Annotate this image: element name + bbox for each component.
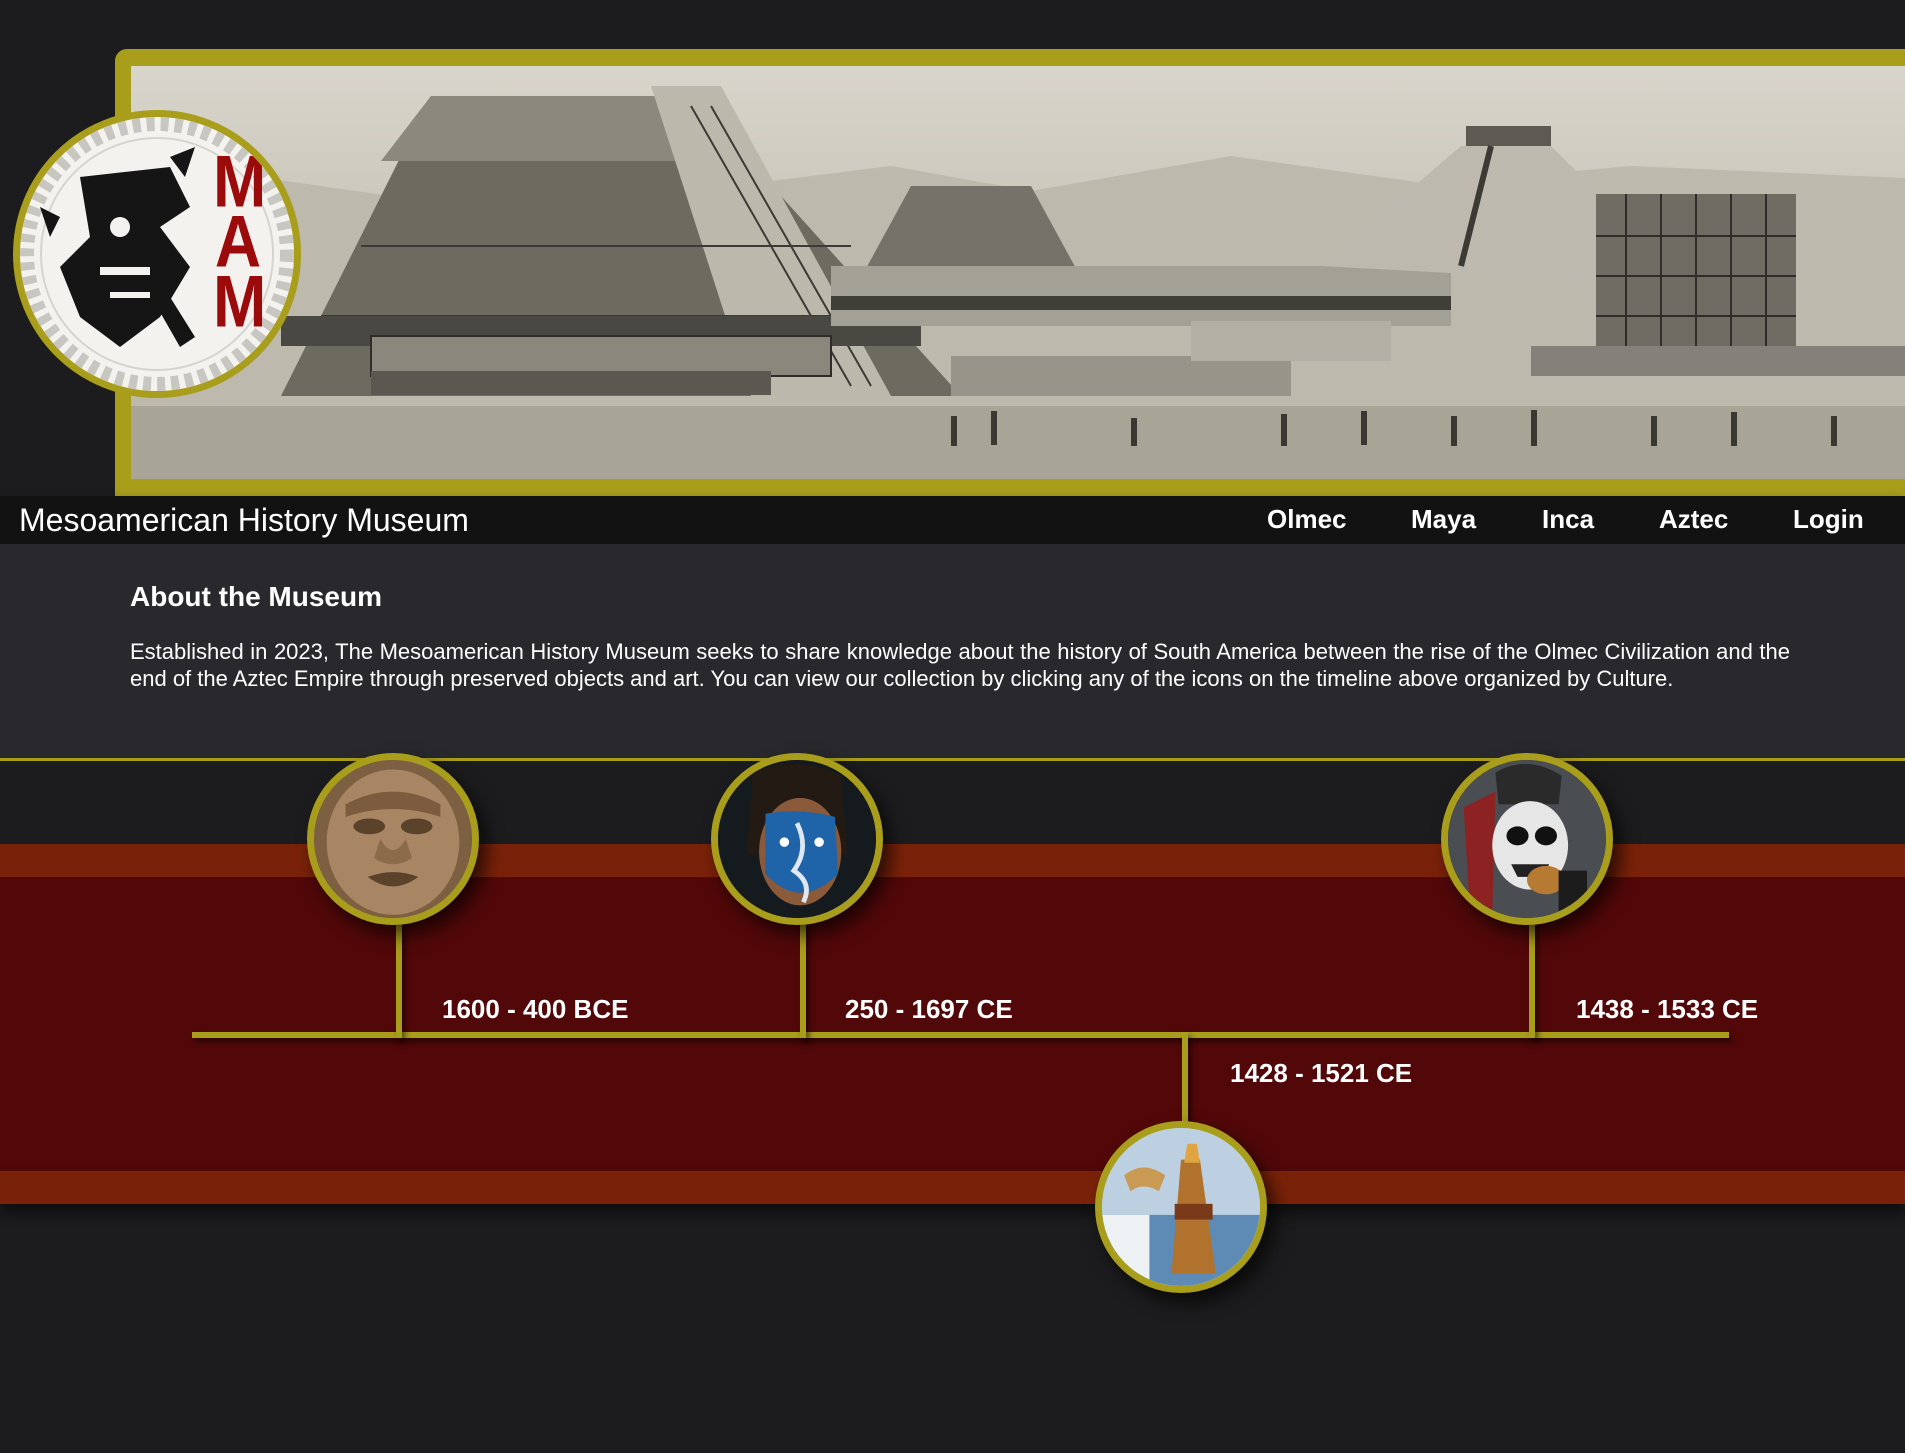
nav-item-olmec[interactable]: Olmec (1267, 504, 1347, 534)
section-divider (0, 758, 1905, 761)
timeline-date-inca: 1428 - 1521 CE (1230, 1058, 1413, 1088)
nav-item-inca[interactable]: Inca (1542, 504, 1594, 534)
about-section: About the Museum Established in 2023, Th… (0, 544, 1905, 758)
timeline-icon-aztec[interactable] (1441, 753, 1613, 925)
timeline-band-top (0, 844, 1905, 877)
logo-letter-m2: M (213, 259, 267, 343)
timeline-axis (192, 1032, 1729, 1038)
timeline-band-bottom (0, 1171, 1905, 1204)
about-title: About the Museum (130, 581, 382, 612)
navbar: Mesoamerican History Museum Olmec Maya I… (0, 496, 1905, 544)
nav-item-aztec[interactable]: Aztec (1659, 504, 1728, 534)
nav-item-maya[interactable]: Maya (1411, 504, 1476, 534)
museum-logo[interactable]: M A M (13, 110, 301, 398)
timeline-date-maya: 250 - 1697 CE (845, 994, 1013, 1024)
timeline-connector-aztec (1529, 920, 1535, 1038)
timeline-band (0, 877, 1905, 1171)
timeline-connector-maya (800, 920, 806, 1038)
about-text: Established in 2023, The Mesoamerican Hi… (130, 639, 1790, 691)
nav-item-login[interactable]: Login (1793, 504, 1864, 534)
timeline-icon-inca[interactable] (1095, 1121, 1267, 1293)
timeline-date-olmec: 1600 - 400 BCE (442, 994, 629, 1024)
site-title[interactable]: Mesoamerican History Museum (19, 503, 469, 537)
timeline-date-aztec: 1438 - 1533 CE (1576, 994, 1759, 1024)
timeline-icon-maya[interactable] (711, 753, 883, 925)
timeline-connector-olmec (396, 920, 402, 1038)
banner-image-tenochtitlan (131, 66, 1905, 479)
timeline-connector-inca (1182, 1032, 1188, 1122)
timeline-icon-olmec[interactable] (307, 753, 479, 925)
